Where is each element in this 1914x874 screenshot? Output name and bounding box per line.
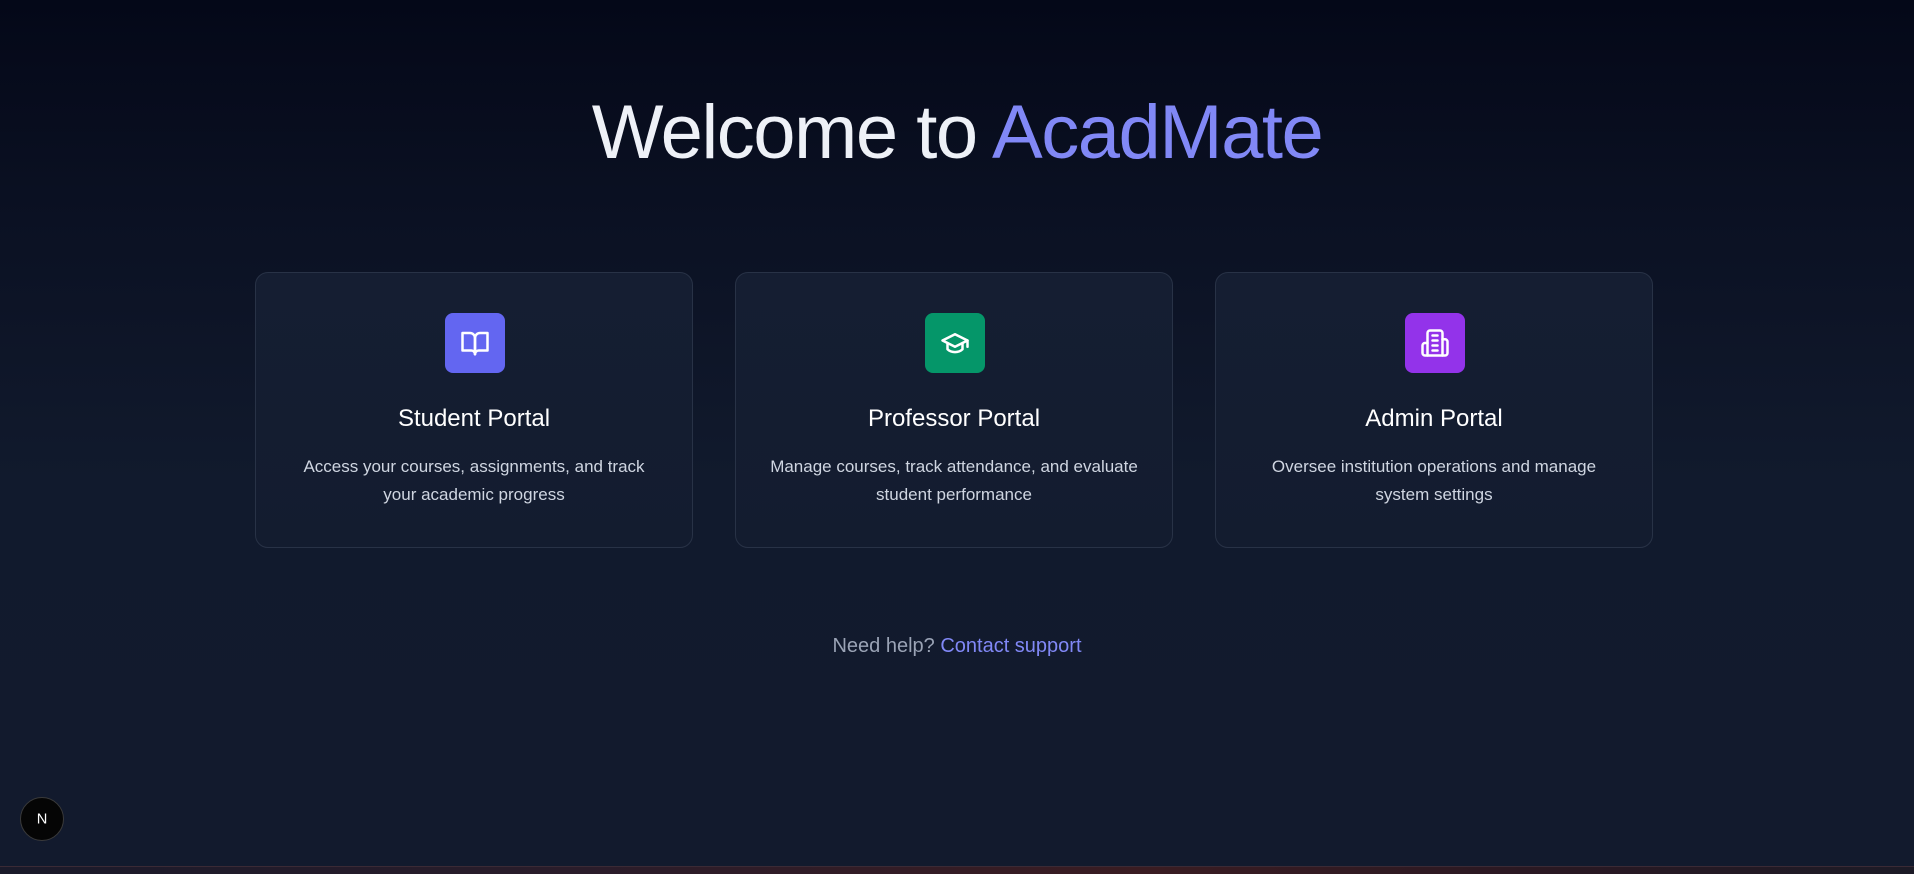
portal-cards: Student Portal Access your courses, assi… — [255, 272, 1655, 550]
student-portal-card[interactable]: Student Portal Access your courses, assi… — [255, 272, 693, 548]
admin-portal-title: Admin Portal — [1365, 405, 1503, 432]
bottom-edge — [0, 866, 1914, 874]
landing-page: Welcome to AcadMate Student Portal Acces… — [0, 0, 1914, 866]
book-open-icon — [445, 313, 505, 373]
student-portal-description: Access your courses, assignments, and tr… — [303, 457, 645, 504]
next-logo-icon: N — [37, 812, 48, 828]
page-title: Welcome to AcadMate — [0, 88, 1914, 178]
professor-portal-description: Manage courses, track attendance, and ev… — [770, 457, 1138, 504]
next-logo-letter: N — [37, 812, 48, 828]
professor-portal-card[interactable]: Professor Portal Manage courses, track a… — [735, 272, 1173, 548]
building-icon — [1405, 313, 1465, 373]
professor-portal-title: Professor Portal — [867, 405, 1041, 432]
student-portal-title: Student Portal — [397, 405, 551, 432]
dev-tools-button[interactable]: N — [20, 797, 64, 841]
contact-support-link[interactable]: Contact support — [940, 635, 1081, 657]
graduation-cap-icon — [925, 313, 985, 373]
title-prefix: Welcome to — [591, 90, 993, 175]
admin-portal-card[interactable]: Admin Portal Oversee institution operati… — [1215, 272, 1653, 548]
help-text: Need help? Contact support — [0, 633, 1914, 659]
admin-portal-description: Oversee institution operations and manag… — [1271, 457, 1597, 504]
brand-name: AcadMate — [992, 90, 1324, 175]
help-prompt: Need help? — [832, 635, 935, 657]
